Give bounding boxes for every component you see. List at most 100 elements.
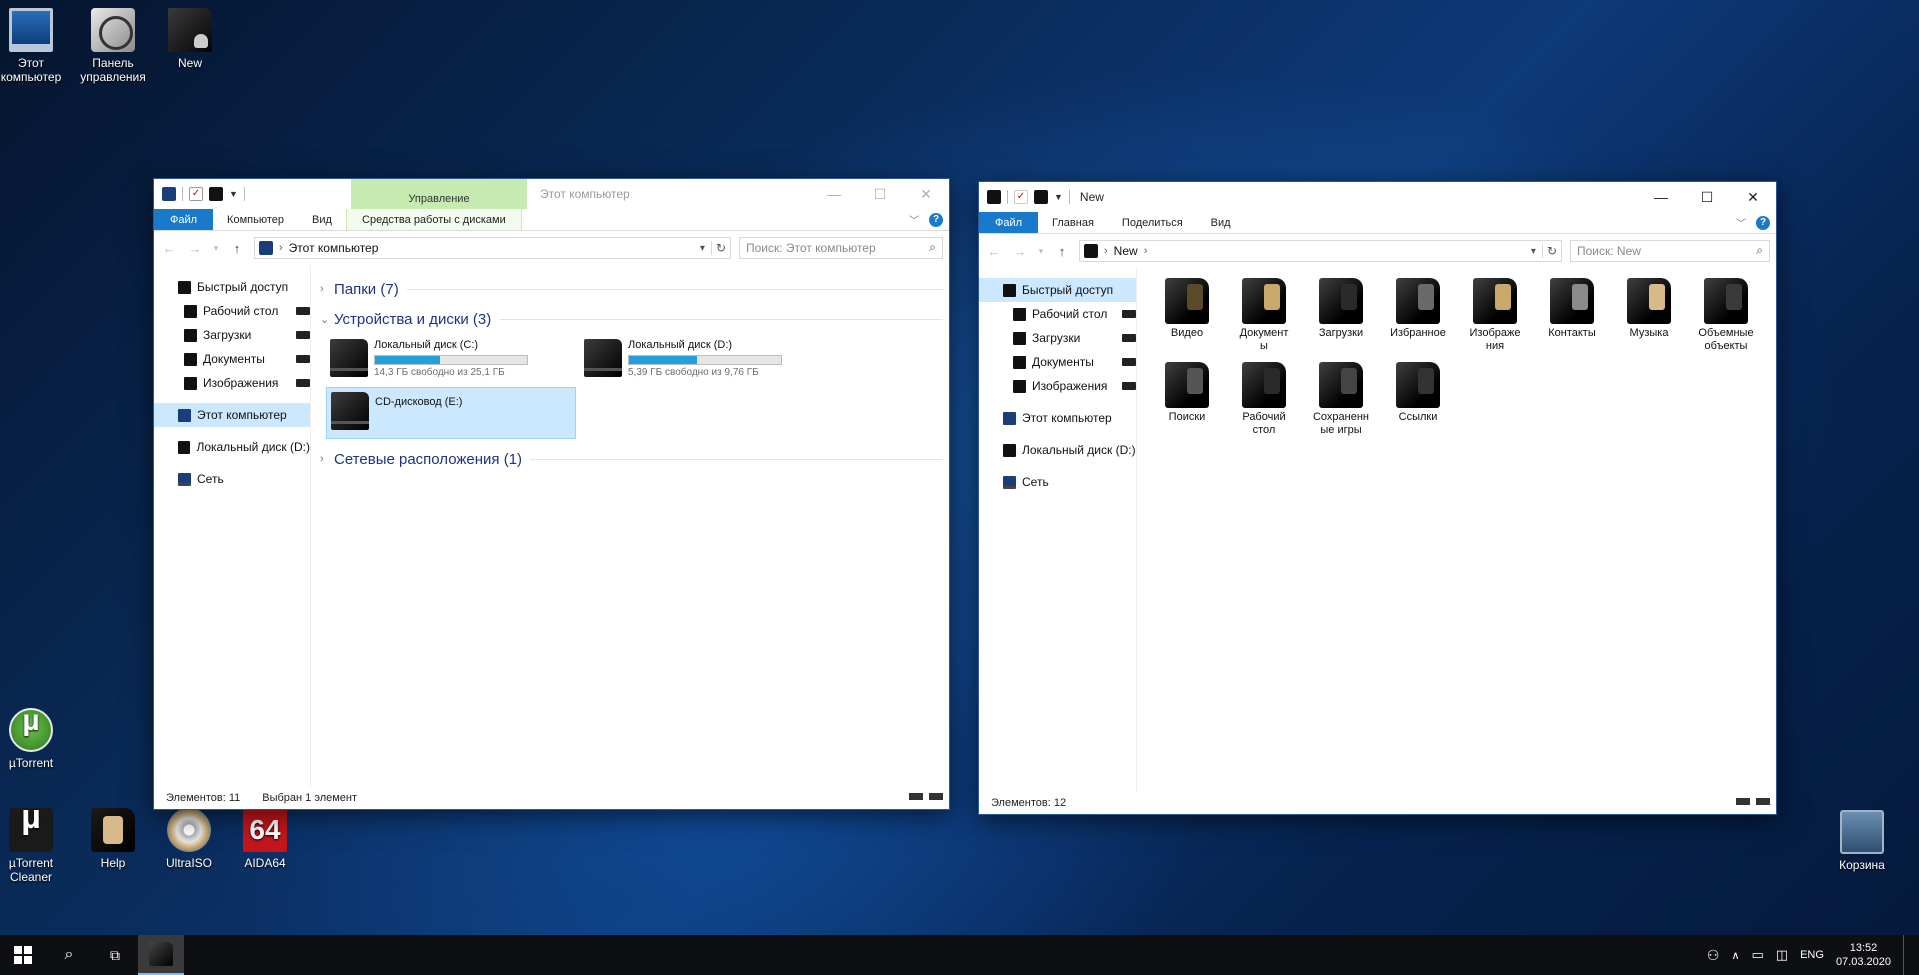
details-view-icon[interactable] (1736, 798, 1750, 805)
search-icon[interactable]: ⌕ (1756, 243, 1763, 258)
search-input[interactable]: Поиск: Этот компьютер ⌕ (739, 237, 943, 259)
desktop-icon-this-pc[interactable]: Этот компьютер (0, 8, 69, 84)
forward-button[interactable]: → (186, 241, 204, 256)
forward-button[interactable]: → (1011, 244, 1029, 259)
tab-file[interactable]: Файл (979, 212, 1039, 233)
recent-dropdown-icon[interactable]: ▾ (212, 243, 220, 254)
large-icons-view-icon[interactable] (929, 793, 943, 800)
qat-dropdown-icon[interactable]: ▼ (1054, 192, 1063, 202)
nav-downloads[interactable]: Загрузки (154, 323, 310, 347)
up-button[interactable]: ↑ (1053, 244, 1071, 259)
breadcrumb-item[interactable]: Этот компьютер (289, 241, 379, 255)
tab-drive-tools[interactable]: Средства работы с дисками (345, 209, 522, 230)
address-bar[interactable]: › New › ▾ ↻ (1079, 240, 1562, 262)
drive-cd-e[interactable]: CD-дисковод (E:) (326, 387, 576, 439)
taskbar-app-explorer[interactable] (138, 935, 184, 975)
nav-network[interactable]: Сеть (979, 470, 1136, 494)
minimize-button[interactable]: — (1638, 182, 1684, 212)
nav-network[interactable]: Сеть (154, 467, 310, 491)
recent-dropdown-icon[interactable]: ▾ (1037, 246, 1045, 257)
close-button[interactable]: ✕ (903, 179, 949, 209)
nav-documents[interactable]: Документы (979, 350, 1136, 374)
maximize-button[interactable]: ☐ (857, 179, 903, 209)
new-folder-icon[interactable] (1034, 190, 1048, 204)
address-dropdown-icon[interactable]: ▾ (1531, 246, 1536, 257)
folder-item[interactable]: Видео (1150, 278, 1224, 340)
new-folder-icon[interactable] (209, 187, 223, 201)
tab-share[interactable]: Поделиться (1108, 212, 1197, 233)
nav-desktop[interactable]: Рабочий стол (979, 302, 1136, 326)
nav-desktop[interactable]: Рабочий стол (154, 299, 310, 323)
folder-item[interactable]: Рабочий стол (1227, 362, 1301, 437)
desktop-icon-recycle-bin[interactable]: Корзина (1824, 810, 1900, 872)
group-header-folders[interactable]: › Папки (7) (320, 277, 943, 301)
folder-item[interactable]: Изображе ния (1458, 278, 1532, 353)
folder-item[interactable]: Документ ы (1227, 278, 1301, 353)
search-input[interactable]: Поиск: New ⌕ (1570, 240, 1770, 262)
tab-file[interactable]: Файл (154, 209, 214, 230)
tab-view[interactable]: Вид (1197, 212, 1245, 233)
language-indicator[interactable]: ENG (1800, 949, 1824, 961)
refresh-icon[interactable]: ↻ (1541, 244, 1557, 258)
desktop-icon-help[interactable]: Help (75, 808, 151, 870)
nav-documents[interactable]: Документы (154, 347, 310, 371)
breadcrumb-separator-icon[interactable]: › (279, 242, 283, 254)
title-bar[interactable]: ▼ Управление Этот компьютер — ☐ ✕ (154, 179, 949, 209)
properties-icon[interactable] (189, 187, 203, 201)
address-bar[interactable]: › Этот компьютер ▾ ↻ (254, 237, 731, 259)
large-icons-view-icon[interactable] (1756, 798, 1770, 805)
group-header-network[interactable]: › Сетевые расположения (1) (320, 447, 943, 471)
tab-computer[interactable]: Компьютер (213, 209, 298, 230)
expand-ribbon-icon[interactable]: ﹀ (1736, 215, 1746, 230)
nav-downloads[interactable]: Загрузки (979, 326, 1136, 350)
back-button[interactable]: ← (985, 244, 1003, 259)
maximize-button[interactable]: ☐ (1684, 182, 1730, 212)
volume-icon[interactable]: ◫ (1776, 947, 1788, 963)
nav-quick-access[interactable]: Быстрый доступ (154, 275, 310, 299)
folder-item[interactable]: Контакты (1535, 278, 1609, 340)
people-icon[interactable]: ⚇ (1707, 947, 1720, 964)
refresh-icon[interactable]: ↻ (710, 241, 726, 255)
up-button[interactable]: ↑ (228, 241, 246, 256)
show-desktop-button[interactable] (1903, 935, 1907, 975)
network-icon[interactable]: ▭ (1752, 947, 1764, 963)
context-tab-manage[interactable]: Управление (351, 179, 527, 209)
nav-this-pc[interactable]: Этот компьютер (154, 403, 310, 427)
drive-d[interactable]: Локальный диск (D:) 5,39 ГБ свободно из … (580, 335, 786, 379)
properties-icon[interactable] (1014, 190, 1028, 204)
breadcrumb-separator-icon[interactable]: › (1144, 245, 1148, 257)
folder-item[interactable]: Загрузки (1304, 278, 1378, 340)
group-header-devices[interactable]: ⌄ Устройства и диски (3) (320, 307, 943, 331)
desktop-icon-utorrent[interactable]: µTorrent (0, 708, 69, 770)
desktop-icon-new[interactable]: New (152, 8, 228, 70)
folder-item[interactable]: Сохраненн ые игры (1304, 362, 1378, 437)
tab-view[interactable]: Вид (298, 209, 346, 230)
explorer-window-this-pc[interactable]: ▼ Управление Этот компьютер — ☐ ✕ Файл К… (153, 178, 950, 810)
show-hidden-icons-icon[interactable]: ∧ (1731, 949, 1739, 962)
folder-item[interactable]: Объемные объекты (1689, 278, 1763, 353)
search-icon[interactable]: ⌕ (929, 240, 936, 255)
nav-local-disk-d[interactable]: Локальный диск (D:) (154, 435, 310, 459)
folder-item[interactable]: Поиски (1150, 362, 1224, 424)
qat-dropdown-icon[interactable]: ▼ (229, 189, 238, 199)
desktop-icon-control-panel[interactable]: Панель управления (75, 8, 151, 84)
nav-local-disk-d[interactable]: Локальный диск (D:) (979, 438, 1136, 462)
help-icon[interactable]: ? (929, 212, 943, 227)
desktop-icon-ultraiso[interactable]: UltraISO (151, 808, 227, 870)
folder-item[interactable]: Избранное (1381, 278, 1455, 340)
expand-ribbon-icon[interactable]: ﹀ (909, 212, 919, 227)
breadcrumb-separator-icon[interactable]: › (1104, 245, 1108, 257)
drive-c[interactable]: Локальный диск (C:) 14,3 ГБ свободно из … (326, 335, 532, 379)
nav-pictures[interactable]: Изображения (154, 371, 310, 395)
start-button[interactable] (0, 935, 46, 975)
search-button[interactable]: ⌕ (46, 935, 92, 975)
minimize-button[interactable]: — (811, 179, 857, 209)
clock[interactable]: 13:52 07.03.2020 (1836, 941, 1891, 969)
folder-item[interactable]: Музыка (1612, 278, 1686, 340)
folder-item[interactable]: Ссылки (1381, 362, 1455, 424)
details-view-icon[interactable] (909, 793, 923, 800)
nav-this-pc[interactable]: Этот компьютер (979, 406, 1136, 430)
breadcrumb-item[interactable]: New (1114, 244, 1138, 258)
back-button[interactable]: ← (160, 241, 178, 256)
nav-pictures[interactable]: Изображения (979, 374, 1136, 398)
